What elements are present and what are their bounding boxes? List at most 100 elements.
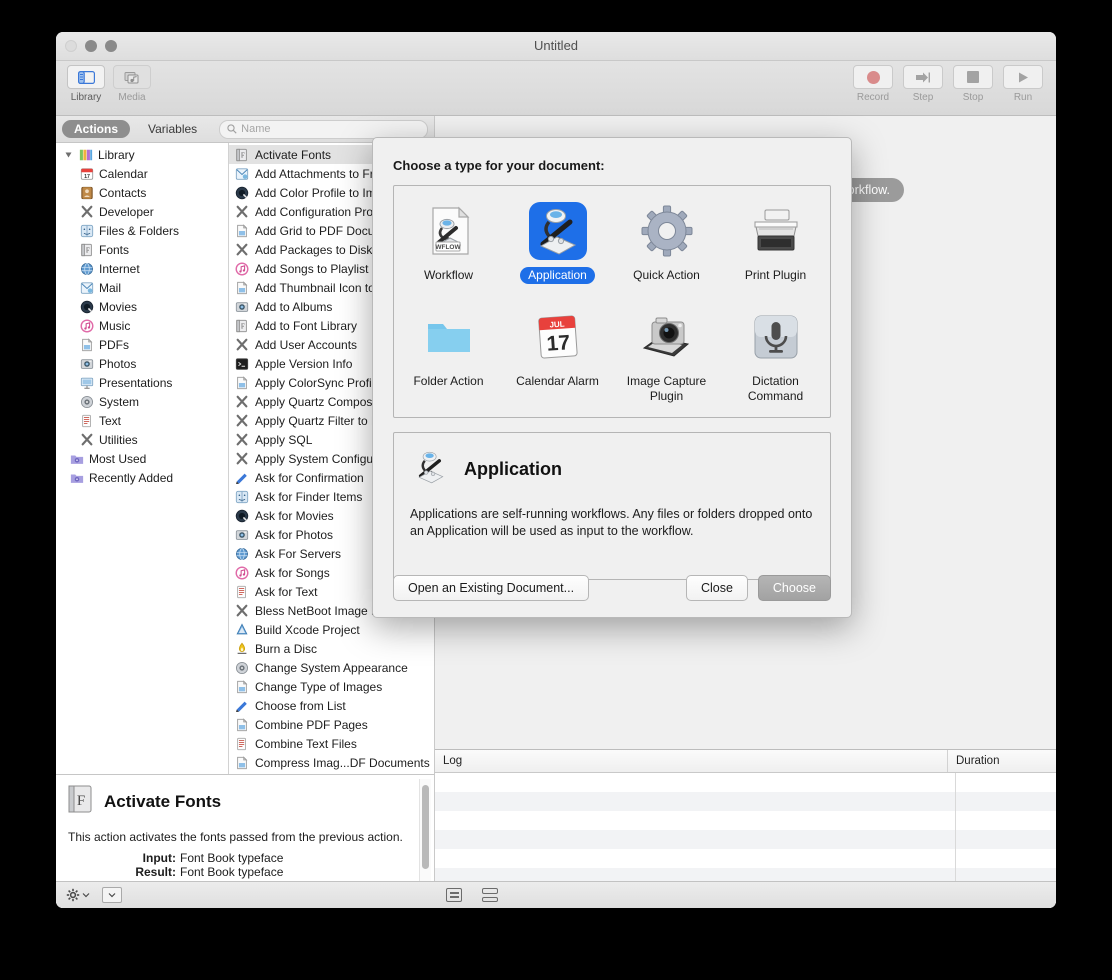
smartfolder-icon (70, 452, 84, 466)
category-label: PDFs (99, 337, 129, 352)
pdf-icon (235, 679, 249, 694)
media-icon (113, 65, 151, 89)
template-workflow[interactable]: WFLOW Workflow (394, 196, 503, 284)
category-item-files-folders[interactable]: Files & Folders (56, 221, 228, 240)
category-item-developer[interactable]: Developer (56, 202, 228, 221)
action-item[interactable]: Change System Appearance (229, 658, 434, 677)
log-cell-log (435, 849, 956, 868)
log-row[interactable] (435, 773, 1056, 792)
disclosure-triangle-icon[interactable] (62, 152, 74, 158)
action-label: Burn a Disc (255, 641, 318, 656)
toolbar-label-run: Run (1013, 92, 1033, 103)
system-icon (80, 395, 94, 409)
log-cell-duration (956, 849, 1056, 868)
application-icon (528, 202, 587, 260)
category-item-mail[interactable]: Mail (56, 278, 228, 297)
action-label: Add Packages to Disk (255, 242, 373, 257)
category-item-utilities[interactable]: Utilities (56, 430, 228, 449)
template-quick-action[interactable]: Quick Action (612, 196, 721, 284)
action-label: Add to Albums (255, 299, 333, 314)
action-label: Build Xcode Project (255, 622, 360, 637)
category-item-most-used[interactable]: Most Used (56, 449, 228, 468)
log-column-log[interactable]: Log (435, 750, 948, 772)
log-row[interactable] (435, 811, 1056, 830)
category-item-presentations[interactable]: Presentations (56, 373, 228, 392)
toolbar-button-record[interactable]: Record (852, 65, 894, 103)
developer-icon (235, 604, 249, 618)
template-image-capture-plugin[interactable]: Image Capture Plugin (612, 302, 721, 405)
template-dictation-command[interactable]: Dictation Command (721, 302, 830, 405)
search-placeholder: Name (241, 123, 271, 135)
library-icon (79, 148, 93, 162)
disclosure-button[interactable] (102, 887, 122, 903)
toolbar: Library Media Record Step Stop Run (56, 61, 1056, 116)
toolbar-button-stop[interactable]: Stop (952, 65, 994, 103)
toolbar-button-run[interactable]: Run (1002, 65, 1044, 103)
action-item[interactable]: Burn a Disc (229, 639, 434, 658)
action-item[interactable]: Build Xcode Project (229, 620, 434, 639)
gear-menu-button[interactable] (66, 888, 90, 902)
toolbar-button-media[interactable]: Media (112, 65, 152, 103)
category-label: Contacts (99, 185, 147, 200)
template-application[interactable]: Application (503, 196, 612, 284)
sidebar-icon (67, 65, 105, 89)
category-item-pdfs[interactable]: PDFs (56, 335, 228, 354)
category-item-contacts[interactable]: Contacts (56, 183, 228, 202)
category-item-internet[interactable]: Internet (56, 259, 228, 278)
category-item-recently-added[interactable]: Recently Added (56, 468, 228, 487)
action-item[interactable]: Choose from List (229, 696, 434, 715)
developer-icon (235, 205, 249, 219)
category-item-movies[interactable]: Movies (56, 297, 228, 316)
category-item-system[interactable]: System (56, 392, 228, 411)
action-item[interactable]: Combine PDF Pages (229, 715, 434, 734)
info-scrollbar-thumb[interactable] (422, 785, 429, 869)
toolbar-button-library[interactable]: Library (66, 65, 106, 103)
category-item-photos[interactable]: Photos (56, 354, 228, 373)
action-label: Add Songs to Playlist (255, 261, 369, 276)
template-label-image-capture-plugin: Image Capture Plugin (626, 374, 707, 403)
template-print-plugin[interactable]: Print Plugin (721, 196, 830, 284)
template-row-1: WFLOW Workflow Application Quick Action … (394, 196, 830, 284)
action-label: Apple Version Info (255, 356, 353, 371)
ask-icon (235, 471, 249, 485)
tab-actions[interactable]: Actions (62, 120, 131, 138)
log-row[interactable] (435, 830, 1056, 849)
close-button[interactable]: Close (685, 575, 748, 601)
open-existing-document-button[interactable]: Open an Existing Document... (393, 575, 590, 601)
log-row[interactable] (435, 792, 1056, 811)
log-column-duration[interactable]: Duration (948, 755, 1056, 767)
action-item[interactable]: Combine Text Files (229, 734, 434, 753)
action-item[interactable]: Change Type of Images (229, 677, 434, 696)
split-view-icon[interactable] (482, 888, 498, 902)
photos-icon (235, 528, 249, 542)
choose-button[interactable]: Choose (757, 575, 831, 601)
log-row[interactable] (435, 849, 1056, 868)
globe-icon (235, 547, 249, 561)
finder-icon (235, 490, 249, 504)
log-cell-log (435, 773, 956, 792)
category-item-text[interactable]: Text (56, 411, 228, 430)
search-input[interactable]: Name (219, 119, 428, 139)
stop-icon (953, 65, 993, 89)
log-cell-duration (956, 830, 1056, 849)
list-view-icon[interactable] (446, 888, 462, 902)
tab-variables[interactable]: Variables (136, 120, 209, 138)
action-item[interactable]: Compress Imag...DF Documents (229, 753, 434, 772)
category-item-music[interactable]: Music (56, 316, 228, 335)
toolbar-button-step[interactable]: Step (902, 65, 944, 103)
printer-icon (747, 202, 805, 260)
template-calendar-alarm[interactable]: JUL 17 Calendar Alarm (503, 302, 612, 405)
category-item-fonts[interactable]: F Fonts (56, 240, 228, 259)
category-item-library[interactable]: Library (56, 145, 228, 164)
microphone-icon (747, 308, 805, 366)
category-item-calendar[interactable]: 17 Calendar (56, 164, 228, 183)
template-label-print-plugin: Print Plugin (744, 268, 807, 282)
template-folder-action[interactable]: Folder Action (394, 302, 503, 405)
photos-icon (235, 300, 249, 314)
category-label: Movies (99, 299, 138, 314)
step-icon (903, 65, 943, 89)
automator-window: Untitled Library Media Record Step Stop … (56, 32, 1056, 908)
category-list[interactable]: Library 17 Calendar Contacts Developer Files … (56, 143, 229, 774)
utilities-icon (80, 433, 94, 447)
chevron-down-icon (108, 893, 116, 898)
